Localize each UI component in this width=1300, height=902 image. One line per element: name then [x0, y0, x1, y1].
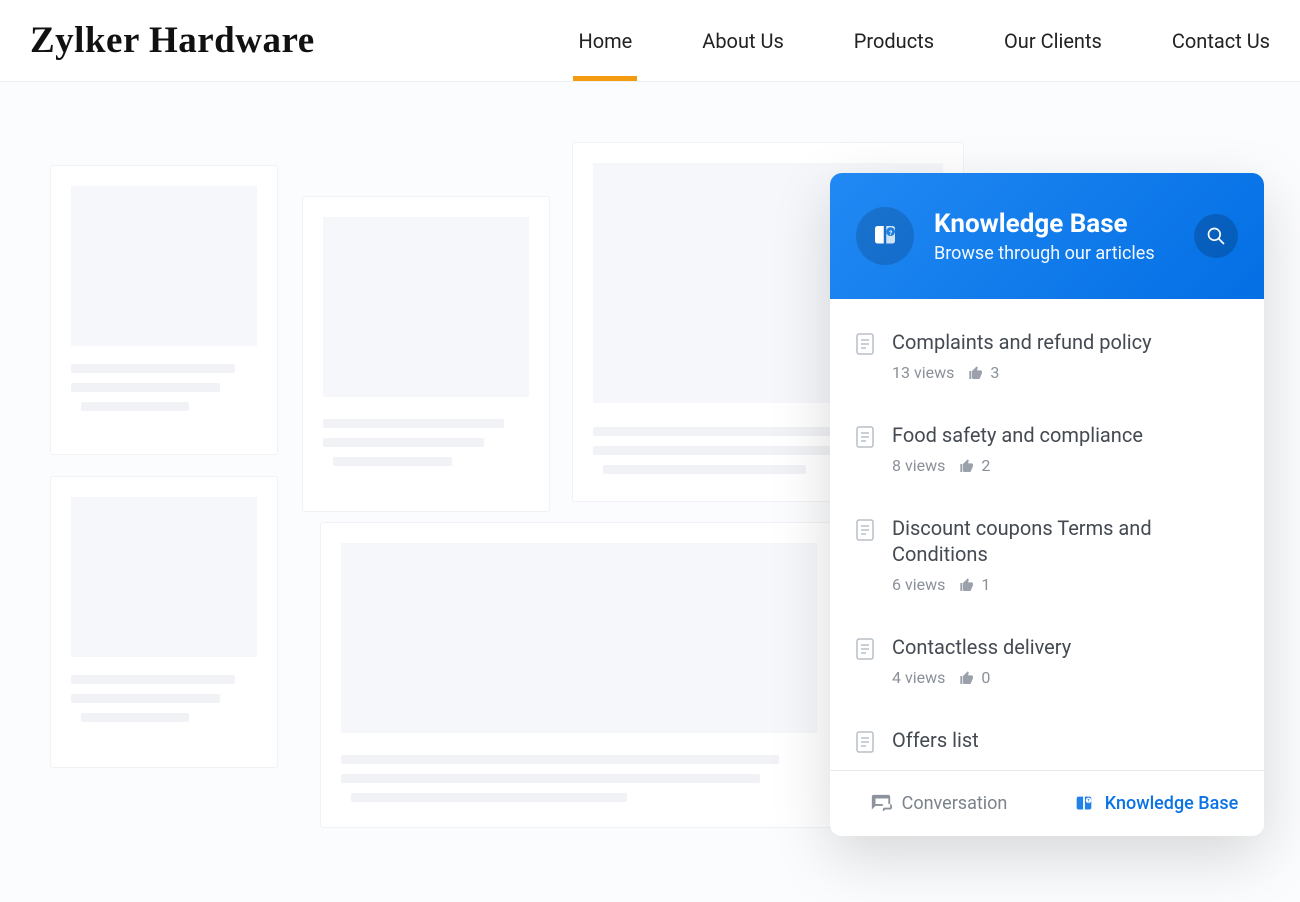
svg-text:?: ? — [1087, 799, 1089, 804]
kb-footer-tabs: Conversation ? Knowledge Base — [830, 770, 1264, 836]
book-question-icon: ? — [870, 221, 900, 251]
document-icon — [856, 426, 874, 475]
kb-article-list: Complaints and refund policy 13 views 3 … — [830, 299, 1264, 770]
kb-subtitle: Browse through our articles — [934, 243, 1174, 264]
nav-our-clients[interactable]: Our Clients — [1004, 0, 1102, 81]
kb-article-title: Discount coupons Terms and Conditions — [892, 515, 1238, 567]
placeholder-line — [341, 755, 779, 764]
kb-views: 4 views — [892, 668, 945, 687]
kb-tab-knowledge-base[interactable]: ? Knowledge Base — [1047, 771, 1264, 836]
placeholder-line — [351, 793, 627, 802]
placeholder-line — [71, 675, 235, 684]
thumbs-up-icon — [959, 577, 975, 593]
thumbs-up-icon — [959, 458, 975, 474]
placeholder-line — [81, 402, 189, 411]
placeholder-line — [323, 419, 504, 428]
document-icon — [856, 519, 874, 594]
nav-contact-us[interactable]: Contact Us — [1172, 0, 1270, 81]
kb-tab-conversation[interactable]: Conversation — [830, 771, 1047, 836]
placeholder-image — [341, 543, 817, 733]
placeholder-card — [50, 165, 278, 455]
placeholder-card — [50, 476, 278, 768]
placeholder-image — [71, 497, 257, 657]
kb-header: ? Knowledge Base Browse through our arti… — [830, 173, 1264, 299]
nav-about-us[interactable]: About Us — [702, 0, 784, 81]
kb-views: 13 views — [892, 363, 954, 382]
site-header: Zylker Hardware Home About Us Products O… — [0, 0, 1300, 82]
kb-likes: 0 — [981, 668, 990, 687]
kb-tab-label: Knowledge Base — [1105, 793, 1239, 814]
kb-views: 8 views — [892, 456, 945, 475]
kb-article[interactable]: Offers list — [830, 705, 1264, 770]
document-icon — [856, 333, 874, 382]
kb-views: 6 views — [892, 575, 945, 594]
thumbs-up-icon — [968, 365, 984, 381]
chat-icon — [870, 793, 892, 815]
kb-article-meta: 6 views 1 — [892, 575, 1238, 594]
thumbs-up-icon — [959, 670, 975, 686]
placeholder-image — [71, 186, 257, 346]
nav-products[interactable]: Products — [854, 0, 934, 81]
kb-article[interactable]: Discount coupons Terms and Conditions 6 … — [830, 493, 1264, 612]
kb-article-title: Complaints and refund policy — [892, 329, 1238, 355]
kb-article-title: Offers list — [892, 727, 1238, 753]
placeholder-line — [323, 438, 484, 447]
placeholder-line — [333, 457, 452, 466]
kb-likes: 2 — [981, 456, 990, 475]
search-icon — [1206, 226, 1226, 246]
kb-header-text: Knowledge Base Browse through our articl… — [934, 209, 1174, 264]
kb-article-title: Contactless delivery — [892, 634, 1238, 660]
placeholder-card — [320, 522, 838, 828]
book-icon: ? — [1073, 793, 1095, 815]
kb-article[interactable]: Food safety and compliance 8 views 2 — [830, 400, 1264, 493]
kb-article-meta: 8 views 2 — [892, 456, 1238, 475]
placeholder-line — [71, 364, 235, 373]
placeholder-line — [341, 774, 760, 783]
kb-search-button[interactable] — [1194, 214, 1238, 258]
kb-article[interactable]: Complaints and refund policy 13 views 3 — [830, 307, 1264, 400]
placeholder-line — [81, 713, 189, 722]
main-nav: Home About Us Products Our Clients Conta… — [578, 0, 1270, 81]
knowledge-base-widget: ? Knowledge Base Browse through our arti… — [830, 173, 1264, 836]
kb-title: Knowledge Base — [934, 209, 1174, 239]
kb-article-title: Food safety and compliance — [892, 422, 1238, 448]
placeholder-line — [71, 383, 220, 392]
kb-likes: 1 — [981, 575, 990, 594]
placeholder-line — [71, 694, 220, 703]
kb-article[interactable]: Contactless delivery 4 views 0 — [830, 612, 1264, 705]
kb-tab-label: Conversation — [902, 793, 1008, 814]
nav-home[interactable]: Home — [578, 0, 632, 81]
placeholder-image — [323, 217, 529, 397]
document-icon — [856, 638, 874, 687]
placeholder-card — [302, 196, 550, 512]
brand-logo: Zylker Hardware — [30, 19, 315, 62]
svg-text:?: ? — [889, 229, 892, 237]
placeholder-line — [593, 446, 866, 455]
placeholder-line — [603, 465, 806, 474]
kb-likes: 3 — [990, 363, 999, 382]
kb-header-icon-wrap: ? — [856, 207, 914, 265]
kb-article-meta: 4 views 0 — [892, 668, 1238, 687]
document-icon — [856, 731, 874, 761]
kb-article-meta: 13 views 3 — [892, 363, 1238, 382]
